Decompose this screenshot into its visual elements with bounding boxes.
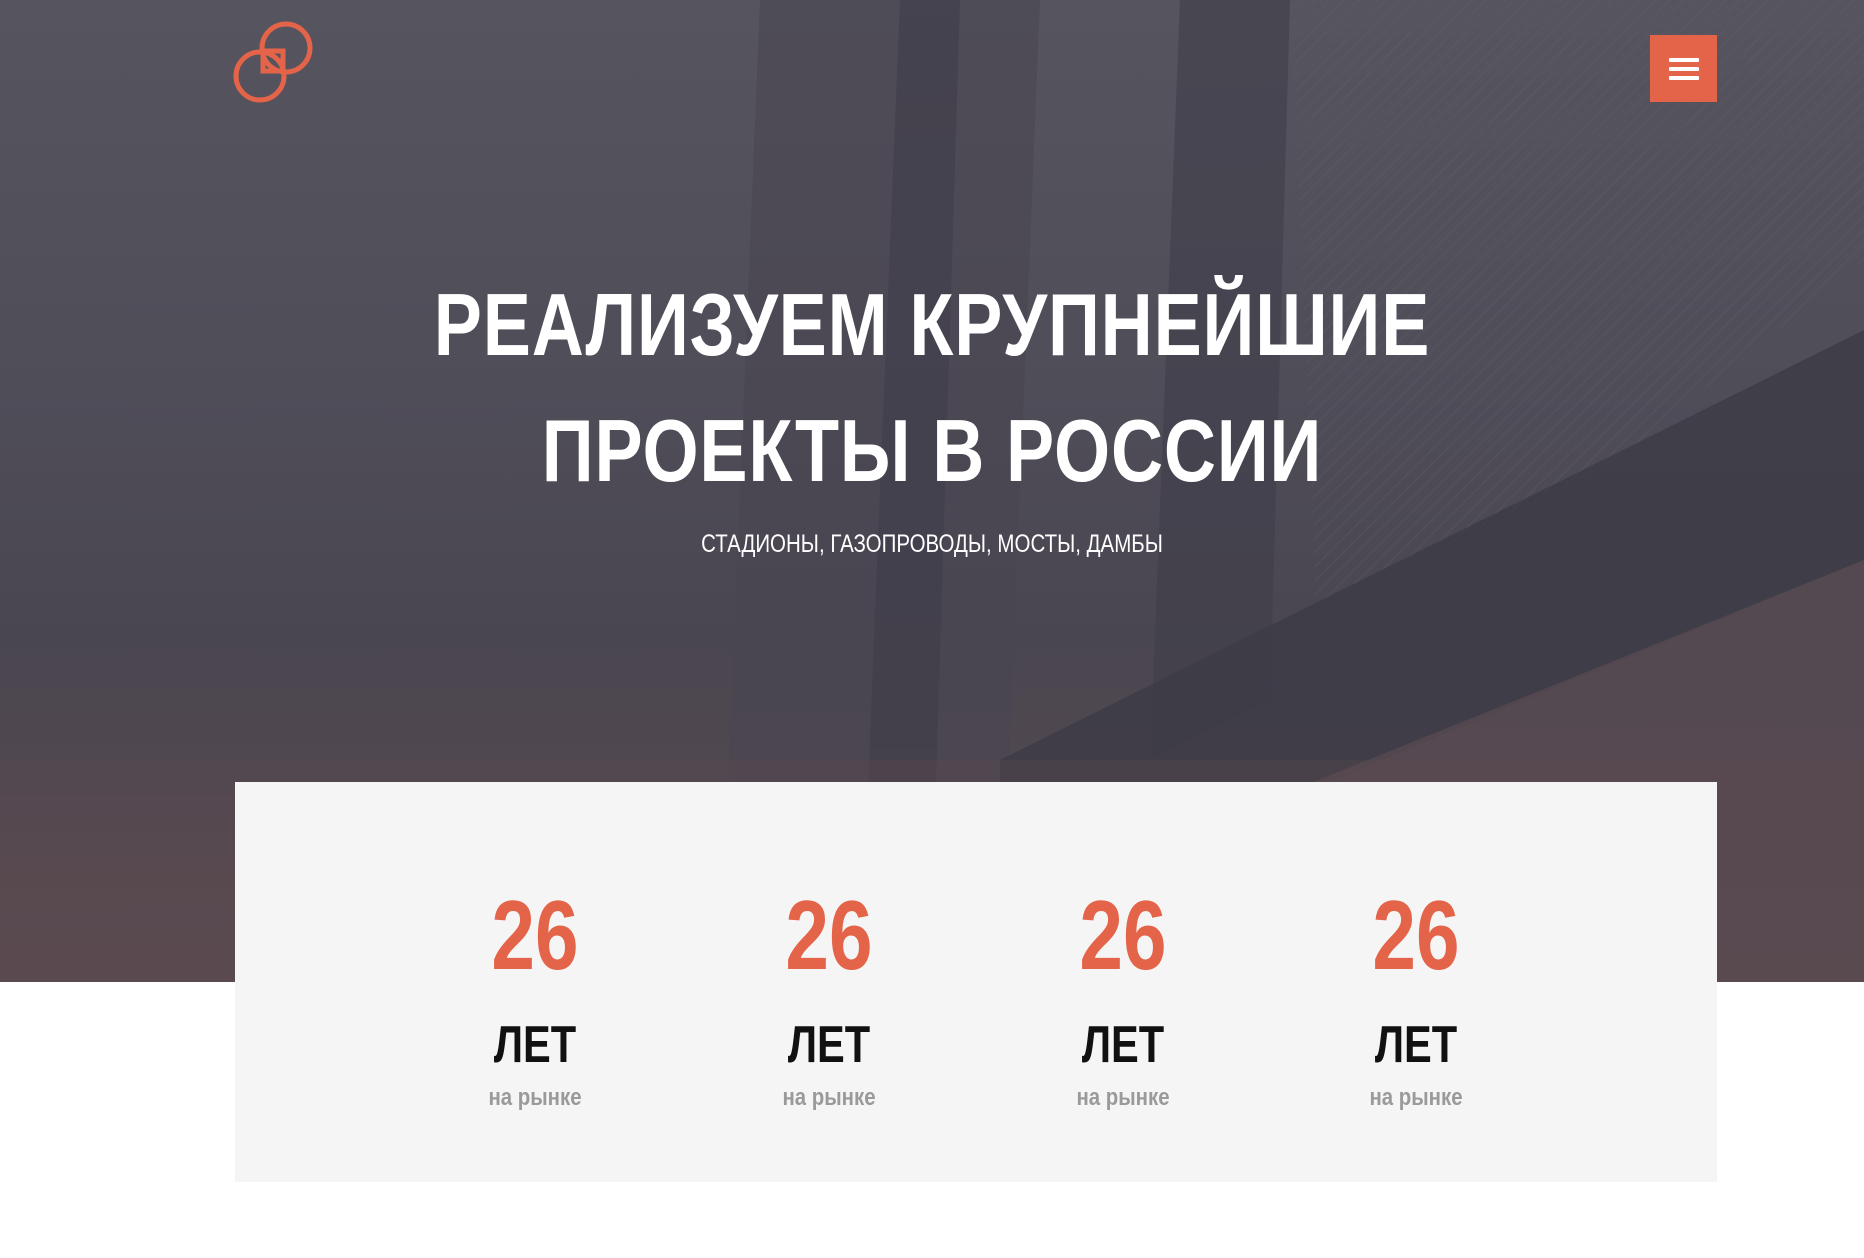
- stats-card: 26 ЛЕТ на рынке 26 ЛЕТ на рынке 26 ЛЕТ н…: [235, 782, 1717, 1182]
- stat-unit: ЛЕТ: [787, 1016, 871, 1074]
- hero-subtitle: СТАДИОНЫ, ГАЗОПРОВОДЫ, МОСТЫ, ДАМБЫ: [701, 530, 1163, 558]
- stat-caption: на рынке: [1076, 1084, 1170, 1111]
- stat-number: 26: [491, 880, 579, 990]
- stat-caption: на рынке: [1369, 1084, 1463, 1111]
- stat-unit: ЛЕТ: [493, 1016, 577, 1074]
- stat-unit: ЛЕТ: [1081, 1016, 1165, 1074]
- menu-button[interactable]: [1650, 35, 1717, 102]
- stat-number: 26: [1372, 880, 1460, 990]
- company-logo-icon[interactable]: [232, 20, 316, 104]
- hero-title-line-1: РЕАЛИЗУЕМ КРУПНЕЙШИЕ: [433, 275, 1431, 374]
- landing-page: РЕАЛИЗУЕМ КРУПНЕЙШИЕ ПРОЕКТЫ В РОССИИ СТ…: [0, 0, 1864, 1258]
- hero-title: РЕАЛИЗУЕМ КРУПНЕЙШИЕ ПРОЕКТЫ В РОССИИ: [399, 262, 1465, 514]
- hamburger-menu-icon: [1668, 57, 1699, 80]
- stat-number: 26: [1079, 880, 1167, 990]
- hero-title-line-2: ПРОЕКТЫ В РОССИИ: [541, 401, 1323, 500]
- stat-caption: на рынке: [488, 1084, 582, 1111]
- stat-number: 26: [785, 880, 873, 990]
- stat-caption: на рынке: [782, 1084, 876, 1111]
- stat-unit: ЛЕТ: [1374, 1016, 1458, 1074]
